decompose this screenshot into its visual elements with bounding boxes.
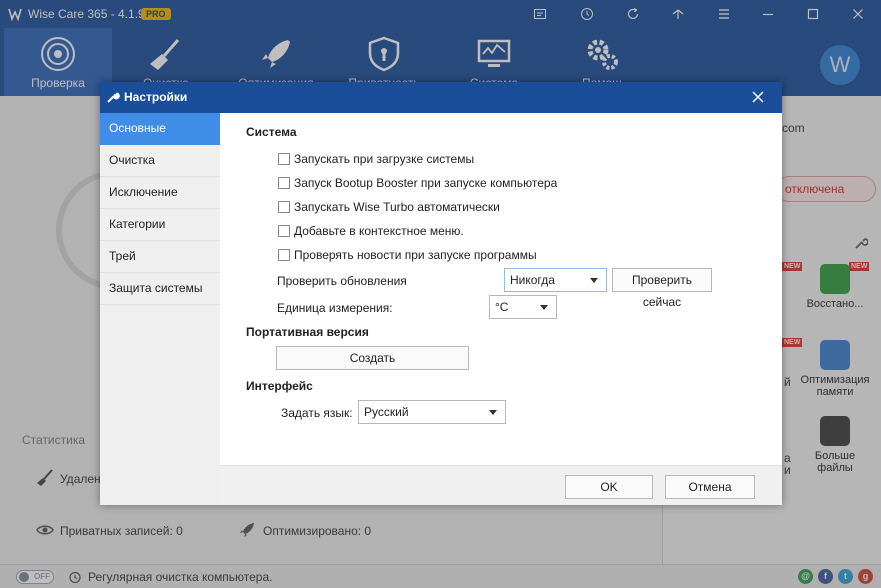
chevron-down-icon	[489, 410, 497, 415]
settings-dialog: Настройки Основные Очистка Исключение Ка…	[100, 82, 782, 505]
language-label: Задать язык:	[281, 406, 353, 420]
checkbox[interactable]	[278, 249, 290, 261]
sidebar-item-cleaning[interactable]: Очистка	[100, 145, 220, 177]
checkbox[interactable]	[278, 177, 290, 189]
checkbox-label: Запуск Bootup Booster при запуске компью…	[294, 176, 558, 190]
language-select[interactable]: Русский	[358, 400, 506, 424]
cancel-button[interactable]: Отмена	[665, 475, 755, 499]
section-title-interface: Интерфейс	[246, 379, 313, 393]
check-now-button[interactable]: Проверить сейчас	[612, 268, 712, 309]
ok-button[interactable]: OK	[565, 475, 653, 499]
create-portable-button[interactable]: Создать	[276, 346, 469, 370]
checkbox[interactable]	[278, 201, 290, 213]
section-title-system: Система	[246, 125, 297, 139]
wrench-icon	[107, 92, 120, 103]
unit-select[interactable]: °C	[489, 295, 557, 319]
settings-sidebar: Основные Очистка Исключение Категории Тр…	[100, 113, 220, 505]
checkbox-label: Проверять новости при запуске программы	[294, 248, 537, 262]
section-title-portable: Портативная версия	[246, 325, 369, 339]
dialog-footer: OK Отмена	[220, 465, 782, 505]
sidebar-item-general[interactable]: Основные	[100, 113, 220, 145]
chevron-down-icon	[540, 305, 548, 310]
unit-label: Единица измерения:	[277, 301, 393, 315]
dialog-close-icon[interactable]	[750, 89, 766, 105]
select-value: Русский	[364, 405, 409, 419]
sidebar-item-tray[interactable]: Трей	[100, 241, 220, 273]
sidebar-item-categories[interactable]: Категории	[100, 209, 220, 241]
checkbox-label: Запускать при загрузке системы	[294, 152, 475, 166]
checkbox-label: Добавьте в контекстное меню.	[294, 224, 464, 238]
settings-content: Система Запускать при загрузке системы З…	[220, 113, 782, 465]
sidebar-item-system-protection[interactable]: Защита системы	[100, 273, 220, 305]
sidebar-item-exclusion[interactable]: Исключение	[100, 177, 220, 209]
select-value: Никогда	[510, 273, 555, 287]
chevron-down-icon	[590, 278, 598, 283]
dialog-header: Настройки	[100, 82, 782, 113]
checkbox-label: Запускать Wise Turbo автоматически	[294, 200, 500, 214]
select-value: °C	[495, 300, 509, 314]
checkbox[interactable]	[278, 153, 290, 165]
dialog-title: Настройки	[124, 90, 188, 104]
checkbox[interactable]	[278, 225, 290, 237]
update-frequency-select[interactable]: Никогда	[504, 268, 607, 292]
update-label: Проверить обновления	[277, 274, 407, 288]
